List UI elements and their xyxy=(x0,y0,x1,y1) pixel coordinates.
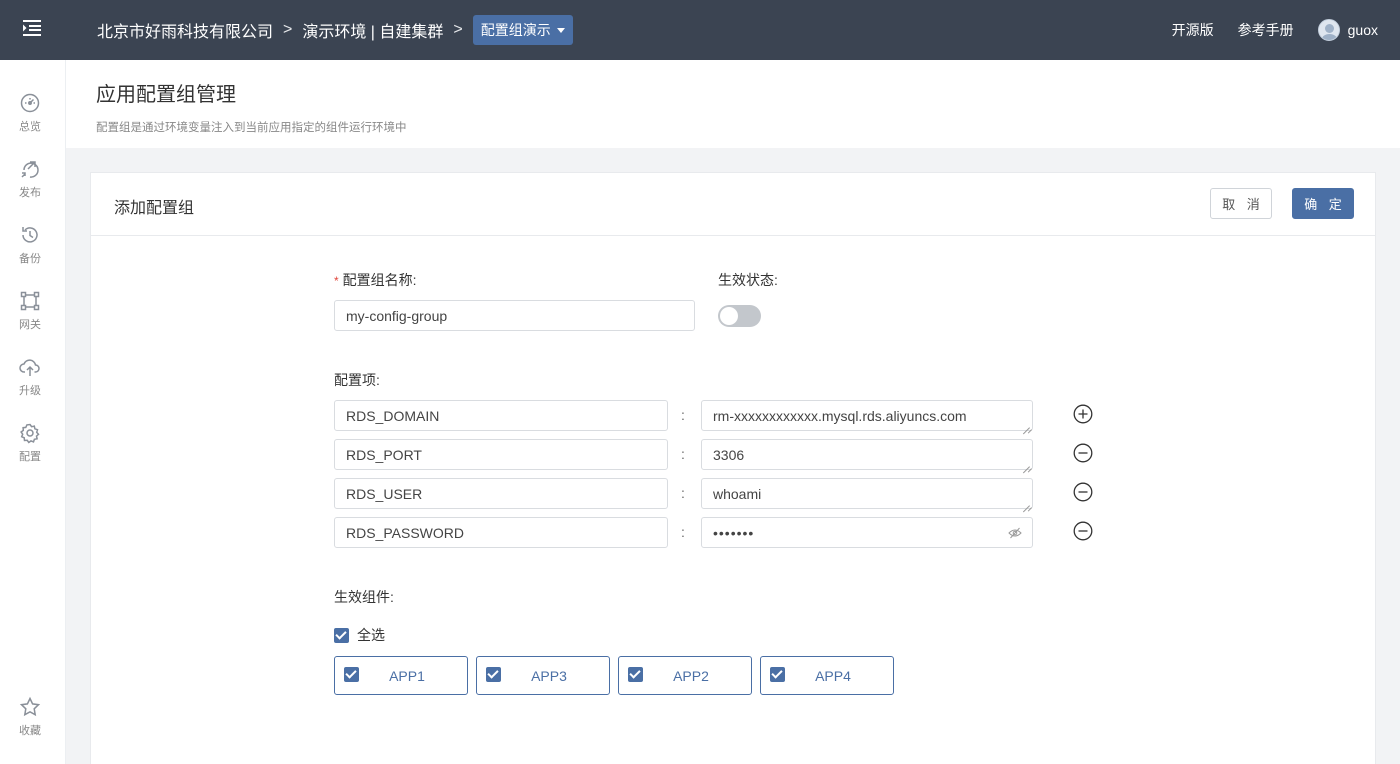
avatar[interactable] xyxy=(1317,19,1340,41)
upgrade-icon xyxy=(19,359,40,376)
sidebar-item-gateway[interactable]: 网关 xyxy=(0,290,60,342)
checkbox-checked-icon xyxy=(334,627,349,643)
key-value-separator: : xyxy=(681,524,685,540)
config-value-input[interactable]: 3306 xyxy=(701,439,1033,470)
sidebar-item-label: 发布 xyxy=(19,187,41,199)
select-all-checkbox[interactable]: 全选 xyxy=(334,625,385,645)
config-key-value: RDS_PASSWORD xyxy=(346,524,464,541)
key-value-separator: : xyxy=(681,407,685,423)
menu-toggle-icon[interactable] xyxy=(22,18,42,38)
config-items-label: 配置项: xyxy=(334,372,380,388)
resize-handle-icon[interactable] xyxy=(1022,420,1030,428)
key-value-separator: : xyxy=(681,485,685,501)
page-header: 应用配置组管理 配置组是通过环境变量注入到当前应用指定的组件运行环境中 xyxy=(66,60,1400,148)
page-description: 配置组是通过环境变量注入到当前应用指定的组件运行环境中 xyxy=(96,122,407,134)
config-key-input[interactable]: RDS_DOMAIN xyxy=(334,400,668,431)
sidebar-item-label: 总览 xyxy=(19,121,41,133)
select-all-label: 全选 xyxy=(357,627,385,643)
app-option-app3[interactable]: APP3 xyxy=(476,656,610,695)
backup-icon xyxy=(22,227,38,243)
sidebar-item-publish[interactable]: 发布 xyxy=(0,158,60,210)
status-toggle[interactable] xyxy=(718,305,761,327)
config-key-value: RDS_USER xyxy=(346,485,423,502)
resize-handle-icon[interactable] xyxy=(1022,459,1030,467)
config-value-input[interactable]: rm-xxxxxxxxxxxx.mysql.rds.aliyuncs.com xyxy=(701,400,1033,431)
remove-item-icon[interactable] xyxy=(1073,443,1093,463)
sidebar-item-label: 配置 xyxy=(19,451,41,463)
confirm-button[interactable]: 确 定 xyxy=(1292,188,1354,219)
required-mark: * xyxy=(334,274,339,288)
config-key-value: RDS_DOMAIN xyxy=(346,407,440,424)
app-option-app1[interactable]: APP1 xyxy=(334,656,468,695)
remove-item-icon[interactable] xyxy=(1073,482,1093,502)
settings-icon xyxy=(20,423,40,444)
card-title: 添加配置组 xyxy=(114,200,195,217)
open-source-link[interactable]: 开源版 xyxy=(1172,20,1214,40)
caret-down-icon xyxy=(556,27,565,33)
app-name: APP3 xyxy=(531,668,567,684)
app-option-app4[interactable]: APP4 xyxy=(760,656,894,695)
config-name-value: my-config-group xyxy=(346,307,448,324)
card-header: 添加配置组 取 消 确 定 xyxy=(91,173,1375,236)
config-key-input[interactable]: RDS_PASSWORD xyxy=(334,517,668,548)
top-navbar: 北京市好雨科技有限公司 > 演示环境 | 自建集群 > 配置组演示 开源版 参考… xyxy=(0,0,1400,60)
config-value-text: 3306 xyxy=(713,446,745,463)
config-name-label-text: 配置组名称: xyxy=(342,272,417,288)
sidebar-item-backup[interactable]: 备份 xyxy=(0,224,60,276)
key-value-separator: : xyxy=(681,446,685,462)
manual-link[interactable]: 参考手册 xyxy=(1238,20,1294,40)
publish-icon xyxy=(21,161,39,178)
sidebar-item-config[interactable]: 配置 xyxy=(0,422,60,474)
config-value-text: whoami xyxy=(713,485,762,502)
config-value-input[interactable]: whoami xyxy=(701,478,1033,509)
eye-hidden-icon[interactable] xyxy=(1008,527,1022,539)
sidebar-item-overview[interactable]: 总览 xyxy=(0,92,60,144)
add-config-group-card: 添加配置组 取 消 确 定 * 配置组名称: my-config-group 生效… xyxy=(90,172,1376,764)
config-value-text: rm-xxxxxxxxxxxx.mysql.rds.aliyuncs.com xyxy=(713,407,967,424)
breadcrumb-team[interactable]: 北京市好雨科技有限公司 xyxy=(97,18,273,42)
breadcrumb-separator: > xyxy=(453,21,463,38)
config-key-value: RDS_PORT xyxy=(346,446,422,463)
sidebar-item-favorites[interactable]: 收藏 xyxy=(0,696,60,748)
breadcrumb: 北京市好雨科技有限公司 > 演示环境 | 自建集群 > 配置组演示 xyxy=(97,15,573,45)
star-icon xyxy=(19,696,41,717)
breadcrumb-cluster[interactable]: 演示环境 | 自建集群 xyxy=(302,18,443,42)
username[interactable]: guox xyxy=(1348,22,1378,38)
app-name: APP4 xyxy=(815,668,851,684)
sidebar-item-upgrade[interactable]: 升级 xyxy=(0,356,60,408)
resize-handle-icon[interactable] xyxy=(1022,498,1030,506)
config-key-input[interactable]: RDS_PORT xyxy=(334,439,668,470)
breadcrumb-separator: > xyxy=(283,21,293,38)
sidebar-item-label: 升级 xyxy=(19,385,41,397)
sidebar-item-label: 网关 xyxy=(19,319,41,331)
sidebar-item-label: 收藏 xyxy=(19,725,41,737)
status-label: 生效状态: xyxy=(718,272,778,288)
gateway-icon xyxy=(20,291,40,311)
config-name-label: * 配置组名称: xyxy=(334,270,417,290)
dashboard-icon xyxy=(20,93,40,113)
sidebar: 总览 发布 备份 网关 升级 配置 收藏 xyxy=(0,60,66,764)
remove-item-icon[interactable] xyxy=(1073,521,1093,541)
components-label: 生效组件: xyxy=(334,589,394,605)
app-selector-label: 配置组演示 xyxy=(480,22,551,38)
config-name-input[interactable]: my-config-group xyxy=(334,300,695,331)
page-title: 应用配置组管理 xyxy=(96,84,236,106)
cancel-button[interactable]: 取 消 xyxy=(1210,188,1272,219)
config-key-input[interactable]: RDS_USER xyxy=(334,478,668,509)
app-name: APP2 xyxy=(673,668,709,684)
top-right-menu: 开源版 参考手册 guox xyxy=(1172,18,1378,42)
app-selector-dropdown[interactable]: 配置组演示 xyxy=(472,15,573,45)
add-item-icon[interactable] xyxy=(1073,404,1093,424)
app-name: APP1 xyxy=(389,668,425,684)
app-option-app2[interactable]: APP2 xyxy=(618,656,752,695)
sidebar-item-label: 备份 xyxy=(19,253,41,265)
password-input[interactable]: ••••••• xyxy=(701,517,1033,548)
password-masked-value: ••••••• xyxy=(713,524,755,541)
